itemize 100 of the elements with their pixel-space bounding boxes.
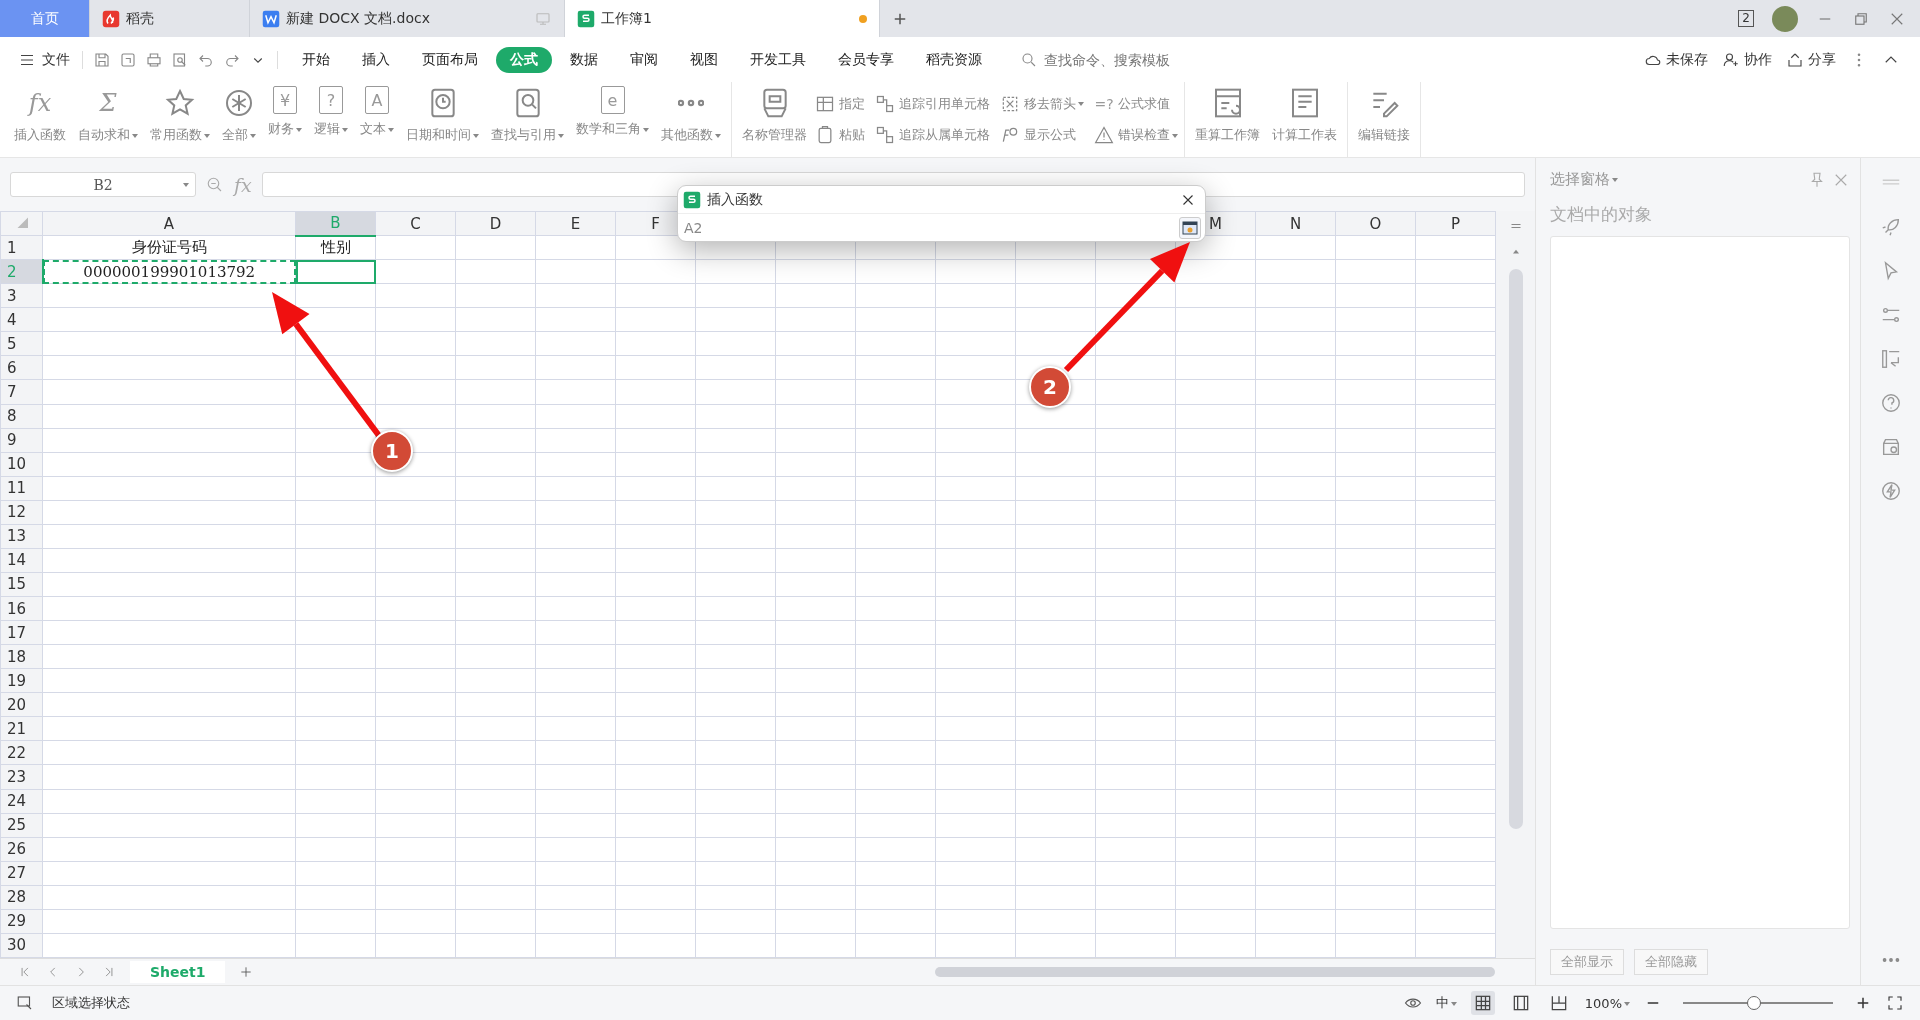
row-header[interactable]: 12 <box>0 500 43 525</box>
row-header[interactable]: 29 <box>0 909 43 934</box>
menu-tab[interactable]: 插入 <box>348 46 404 73</box>
slider-thumb[interactable] <box>1746 996 1761 1010</box>
ribbon-button[interactable]: ¥ 财务 <box>264 82 306 157</box>
view-button[interactable] <box>1470 991 1495 1015</box>
menu-tab[interactable]: 审阅 <box>616 46 672 73</box>
ribbon-button[interactable]: A 文本 <box>356 82 398 157</box>
ribbon-button[interactable]: 名称管理器 <box>738 82 811 157</box>
active-cell[interactable] <box>295 259 376 284</box>
ribbon-button[interactable]: 查找与引用 <box>487 82 568 157</box>
ribbon-button[interactable]: 粘贴 <box>815 119 865 151</box>
ribbon-button[interactable]: fx 插入函数 <box>10 82 70 157</box>
collapse-dialog-button[interactable] <box>1179 216 1201 239</box>
name-box[interactable]: B2 <box>10 172 196 197</box>
macro-icon[interactable] <box>16 994 34 1012</box>
ribbon-button[interactable]: 错误检查 <box>1094 119 1178 151</box>
ribbon-button[interactable]: 重算工作簿 <box>1191 82 1264 157</box>
print-icon[interactable] <box>145 50 163 69</box>
row-header[interactable]: 30 <box>0 933 43 958</box>
column-header[interactable]: N <box>1255 211 1336 236</box>
share-button[interactable]: 分享 <box>1786 50 1836 69</box>
layout-icon[interactable] <box>1879 348 1902 370</box>
row-header[interactable]: 27 <box>0 861 43 886</box>
menu-tab[interactable]: 开始 <box>288 46 344 73</box>
row-header[interactable]: 3 <box>0 283 43 308</box>
ribbon-button[interactable]: 日期和时间 <box>402 82 483 157</box>
row-header[interactable]: 8 <box>0 404 43 429</box>
ribbon-button[interactable]: ? 逻辑 <box>310 82 352 157</box>
row-header[interactable]: 1 <box>0 235 43 260</box>
row-header[interactable]: 4 <box>0 307 43 332</box>
menu-tab[interactable]: 页面布局 <box>408 46 492 73</box>
row-header[interactable]: 21 <box>0 716 43 741</box>
zoom-level[interactable]: 100% <box>1584 995 1630 1011</box>
menu-tab[interactable]: 会员专享 <box>824 46 908 73</box>
zoom-icon[interactable] <box>206 175 224 194</box>
column-header[interactable]: E <box>535 211 616 236</box>
row-header[interactable]: 5 <box>0 331 43 356</box>
row-header[interactable]: 16 <box>0 596 43 621</box>
ribbon-button[interactable]: 指定 <box>815 88 865 120</box>
ribbon-button[interactable]: 追踪引用单元格 <box>875 88 990 120</box>
ribbon-button[interactable]: 追踪从属单元格 <box>875 119 990 151</box>
document-tab[interactable]: 新建 DOCX 文档.docx <box>250 0 565 37</box>
row-header[interactable]: 15 <box>0 572 43 597</box>
ribbon-button[interactable]: Σ 自动求和 <box>74 82 142 157</box>
window-count-badge[interactable]: 2 <box>1738 10 1754 27</box>
document-tab[interactable]: 工作簿1 <box>565 0 880 37</box>
row-header[interactable]: 14 <box>0 548 43 573</box>
row-header[interactable]: 17 <box>0 620 43 645</box>
row-header[interactable]: 22 <box>0 740 43 765</box>
help-icon[interactable] <box>1879 392 1902 414</box>
row-header[interactable]: 23 <box>0 764 43 789</box>
column-header[interactable]: C <box>375 211 456 236</box>
menu-tab[interactable]: 视图 <box>676 46 732 73</box>
row-header[interactable]: 18 <box>0 644 43 669</box>
file-menu[interactable]: 文件 <box>10 46 78 73</box>
row-header[interactable]: 24 <box>0 789 43 814</box>
row-header[interactable]: 9 <box>0 428 43 453</box>
ribbon-button[interactable]: 显示公式 <box>1000 119 1084 151</box>
row-header[interactable]: 25 <box>0 813 43 838</box>
fullscreen-icon[interactable] <box>1886 994 1904 1012</box>
column-header[interactable]: P <box>1415 211 1496 236</box>
row-header[interactable]: 19 <box>0 668 43 693</box>
row-header[interactable]: 13 <box>0 524 43 549</box>
row-header[interactable]: 7 <box>0 379 43 404</box>
ribbon-button[interactable]: 编辑链接 <box>1354 82 1414 157</box>
row-header[interactable]: 10 <box>0 452 43 477</box>
ribbon-button[interactable]: 移去箭头 <box>1000 88 1084 120</box>
ribbon-button[interactable]: e 数学和三角 <box>572 82 653 157</box>
ribbon-button[interactable]: 其他函数 <box>657 82 725 157</box>
menu-tab[interactable]: 稻壳资源 <box>912 46 996 73</box>
row-header[interactable]: 20 <box>0 692 43 717</box>
row-header[interactable]: 28 <box>0 885 43 910</box>
document-tab[interactable]: 稻壳 <box>90 0 250 37</box>
input-mode[interactable]: 中 <box>1435 994 1457 1012</box>
row-header[interactable]: 26 <box>0 837 43 862</box>
column-header[interactable]: O <box>1335 211 1416 236</box>
collaborate-button[interactable]: 协作 <box>1722 50 1772 69</box>
ribbon-button[interactable]: 计算工作表 <box>1268 82 1341 157</box>
scrollbar-thumb[interactable] <box>1508 269 1523 829</box>
search-field[interactable]: 查找命令、搜索模板 <box>1020 50 1202 69</box>
add-sheet-icon[interactable] <box>239 965 254 979</box>
pane-subtitle: 文档中的对象 <box>1550 203 1653 226</box>
column-header[interactable]: D <box>455 211 536 236</box>
save-status[interactable]: 未保存 <box>1644 50 1708 69</box>
menu-tab[interactable]: 开发工具 <box>736 46 820 73</box>
lightning-icon[interactable] <box>1879 480 1902 502</box>
menu-tab[interactable]: 数据 <box>556 46 612 73</box>
row-header[interactable]: 6 <box>0 355 43 380</box>
save-icon[interactable] <box>93 50 111 69</box>
row-header[interactable]: 11 <box>0 476 43 501</box>
ribbon-button[interactable]: =? 公式求值 <box>1094 88 1178 120</box>
export-icon[interactable] <box>119 50 137 69</box>
column-header[interactable]: A <box>42 211 296 236</box>
ribbon-button[interactable]: 全部 <box>218 82 260 157</box>
ribbon-button[interactable]: 常用函数 <box>146 82 214 157</box>
spreadsheet-icon <box>683 190 701 209</box>
avatar[interactable] <box>1772 5 1798 32</box>
scrollbar-thumb[interactable] <box>935 967 1495 977</box>
table-cell: 性别 <box>295 235 376 260</box>
